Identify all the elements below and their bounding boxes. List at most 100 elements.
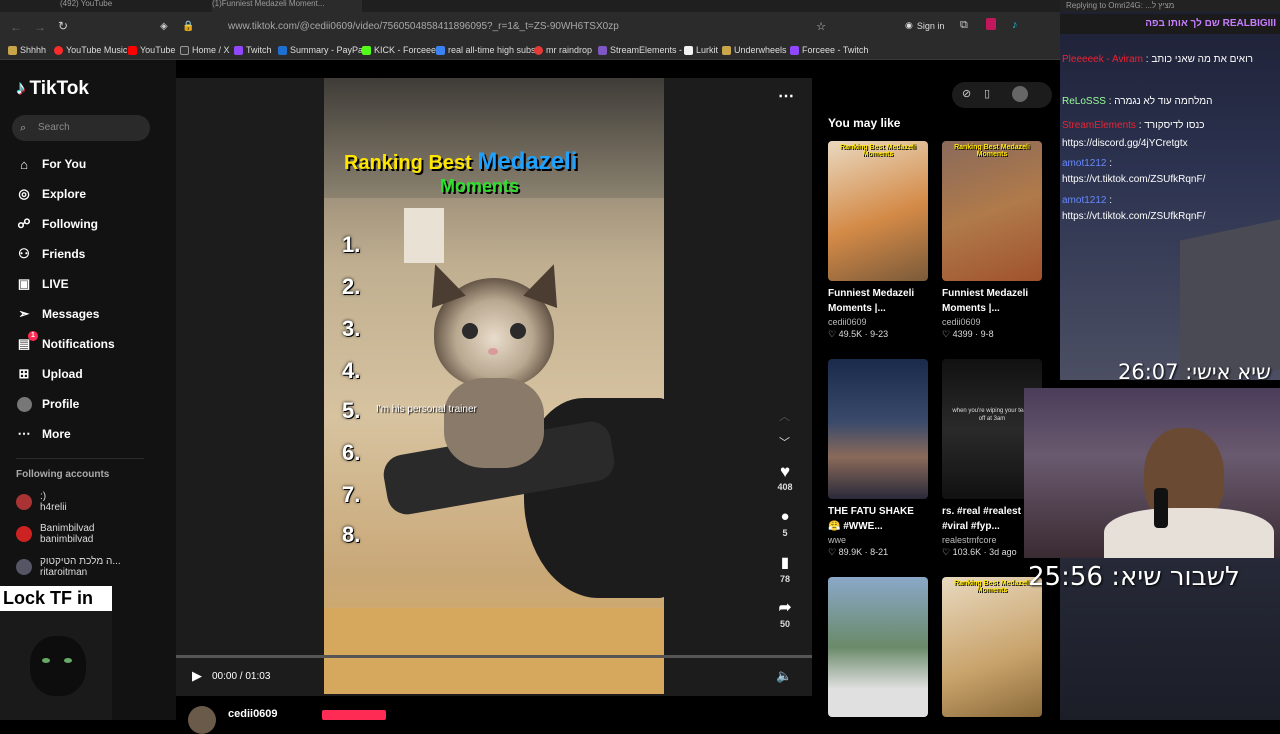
more-icon: ⋯	[17, 426, 31, 441]
comment-icon: ●	[780, 508, 790, 525]
reload-icon[interactable]: ↻	[58, 19, 68, 33]
stream-chat-overlay: Replying to Omri24G: ...מציץ ל שם לך אות…	[1060, 0, 1280, 380]
bookmark[interactable]: Forceee - Twitch	[790, 45, 868, 55]
bookmark[interactable]: StreamElements -	[598, 45, 682, 55]
bookmark[interactable]: YouTube Music	[54, 45, 127, 55]
nav-explore[interactable]: ◎ Explore	[16, 186, 86, 202]
x-icon	[180, 45, 189, 55]
back-icon[interactable]: ←	[10, 20, 22, 34]
forward-icon[interactable]: →	[34, 20, 46, 34]
upload-icon: ⊞	[18, 366, 30, 381]
following-account[interactable]: ה מלכת הטיקטוק... ritaroitman	[16, 556, 121, 578]
bookmark[interactable]: Shhhh	[8, 45, 46, 55]
save-button[interactable]: ▮ 78	[776, 554, 794, 584]
rank-label: 7.	[342, 482, 361, 507]
nav-upload[interactable]: ⊞ Upload	[16, 366, 83, 382]
tiktok-logo-icon: ♪	[16, 78, 26, 99]
bookmark[interactable]: Lurkit	[684, 45, 718, 55]
follow-button[interactable]	[322, 710, 386, 720]
video-progress-bar[interactable]	[176, 655, 812, 658]
nav-more[interactable]: ⋯ More	[16, 426, 71, 442]
bookmark[interactable]: Underwheels	[722, 45, 787, 55]
video-frame[interactable]: Ranking Best Medazeli Moments 1. 2. 3. 4…	[324, 78, 664, 694]
video-bottom-band	[324, 608, 664, 694]
bookmark[interactable]: Twitch	[234, 45, 272, 55]
video-meta: ♡ 49.5K · 9-23	[828, 329, 889, 339]
nav-live[interactable]: ▣ LIVE	[16, 276, 69, 292]
personal-best-timer: שיא אישי: 26:07	[1118, 360, 1271, 384]
extension-icon[interactable]: ♪	[1012, 19, 1018, 31]
compass-icon[interactable]: ⊘	[962, 87, 971, 100]
profile-icon	[16, 396, 32, 412]
streamer-shirt	[1104, 508, 1274, 558]
heart-icon: ♡	[942, 329, 951, 339]
nav-profile[interactable]: Profile	[16, 396, 79, 412]
nav-messages[interactable]: ➣ Messages	[16, 306, 100, 322]
bookmark[interactable]: KICK - Forceee	[362, 45, 436, 55]
following-account[interactable]: Banimbilvad banimbilvad	[16, 523, 94, 545]
share-icon: ➦	[778, 599, 792, 616]
nav-following[interactable]: ☍ Following	[16, 216, 98, 232]
video-player: Ranking Best Medazeli Moments 1. 2. 3. 4…	[176, 78, 812, 696]
recommended-video-card[interactable]: Ranking Best Medazeli Moments Funniest M…	[942, 141, 1042, 340]
url-field[interactable]: ◈ 🔒 www.tiktok.com/@cedii0609/video/7560…	[150, 17, 830, 37]
next-video-icon[interactable]: ﹀	[779, 434, 790, 450]
bookmark[interactable]: real all-time high subs	[436, 45, 536, 55]
bookmark-star-icon[interactable]: ☆	[816, 17, 826, 37]
following-accounts-header: Following accounts	[16, 469, 110, 480]
device-icon[interactable]: ▯	[984, 87, 990, 100]
chat-message: https://discord.gg/4jYCretgtx	[1062, 138, 1188, 149]
sign-in-button[interactable]: ◉ Sign in	[905, 20, 944, 31]
more-options-icon[interactable]: ⋯	[778, 86, 794, 106]
nav-friends[interactable]: ⚇ Friends	[16, 246, 85, 262]
address-bar-row: ← → ↻ ◈ 🔒 www.tiktok.com/@cedii0609/vide…	[0, 12, 1060, 42]
bookmark[interactable]: YouTube	[128, 45, 175, 55]
browser-tab[interactable]: (492) YouTube	[60, 0, 190, 12]
play-icon[interactable]: ▶	[192, 668, 202, 684]
kick-icon	[362, 45, 371, 55]
recommended-video-card[interactable]: Ranking Best Medazeli Moments	[942, 577, 1042, 717]
extensions-icon[interactable]: ⧉	[960, 19, 968, 32]
divider	[16, 458, 144, 459]
search-input[interactable]: ⌕ Search	[12, 115, 150, 141]
bookmark[interactable]: Summary - PayPal	[278, 45, 365, 55]
heart-icon: ♥	[779, 462, 791, 481]
share-button[interactable]: ➦ 50	[776, 598, 794, 629]
twitch-icon	[234, 45, 243, 55]
lock-icon: 🔒	[182, 21, 195, 32]
previous-video-icon[interactable]: ︿	[779, 408, 790, 424]
friends-icon: ⚇	[18, 246, 30, 261]
compass-icon: ◎	[18, 186, 30, 201]
break-record-timer: לשבור שיא: 25:56	[1028, 562, 1240, 592]
recommended-video-card[interactable]	[828, 577, 928, 717]
author-avatar[interactable]	[188, 706, 216, 734]
volume-icon[interactable]: 🔈	[776, 668, 792, 684]
account-icon: ◉	[905, 20, 913, 30]
video-meta: ♡ 89.9K · 8-21	[828, 547, 889, 557]
rank-label: 5.	[342, 398, 361, 423]
bookmark[interactable]: Home / X	[180, 45, 230, 55]
notifications-icon: ▤ 1	[16, 331, 38, 352]
nav-for-you[interactable]: ⌂ For You	[16, 156, 86, 172]
video-author: cedii0609	[828, 317, 867, 327]
avatar[interactable]	[1012, 86, 1028, 102]
extension-icon[interactable]	[986, 18, 996, 30]
nav-notifications[interactable]: ▤ 1 Notifications	[16, 331, 115, 352]
video-author: wwe	[828, 535, 847, 545]
bookmark[interactable]: mr raindrop	[534, 45, 592, 55]
author-name[interactable]: cedii0609	[228, 708, 278, 720]
reply-bar: Replying to Omri24G: ...מציץ ל	[1060, 0, 1280, 12]
folder-icon	[8, 45, 17, 55]
browser-tab-active[interactable]: (1)Funniest Medazeli Moment...	[212, 0, 362, 12]
heart-icon: ♡	[828, 329, 837, 339]
following-account[interactable]: :) h4relii	[16, 491, 67, 513]
comment-button[interactable]: ● 5	[776, 508, 794, 538]
recommended-video-card[interactable]: Ranking Best Medazeli Moments Funniest M…	[828, 141, 928, 340]
overlay-caption: Lock TF in	[0, 586, 112, 611]
like-button[interactable]: ♥ 408	[776, 462, 794, 492]
chat-message: amot1212 :	[1062, 195, 1113, 206]
recommendations-header: You may like	[828, 116, 901, 130]
recommended-video-card[interactable]: THE FATU SHAKE 😤 #WWE... wwe ♡ 89.9K · 8…	[828, 359, 928, 558]
avatar	[16, 559, 32, 575]
tiktok-logo[interactable]: ♪ TikTok	[16, 78, 89, 100]
